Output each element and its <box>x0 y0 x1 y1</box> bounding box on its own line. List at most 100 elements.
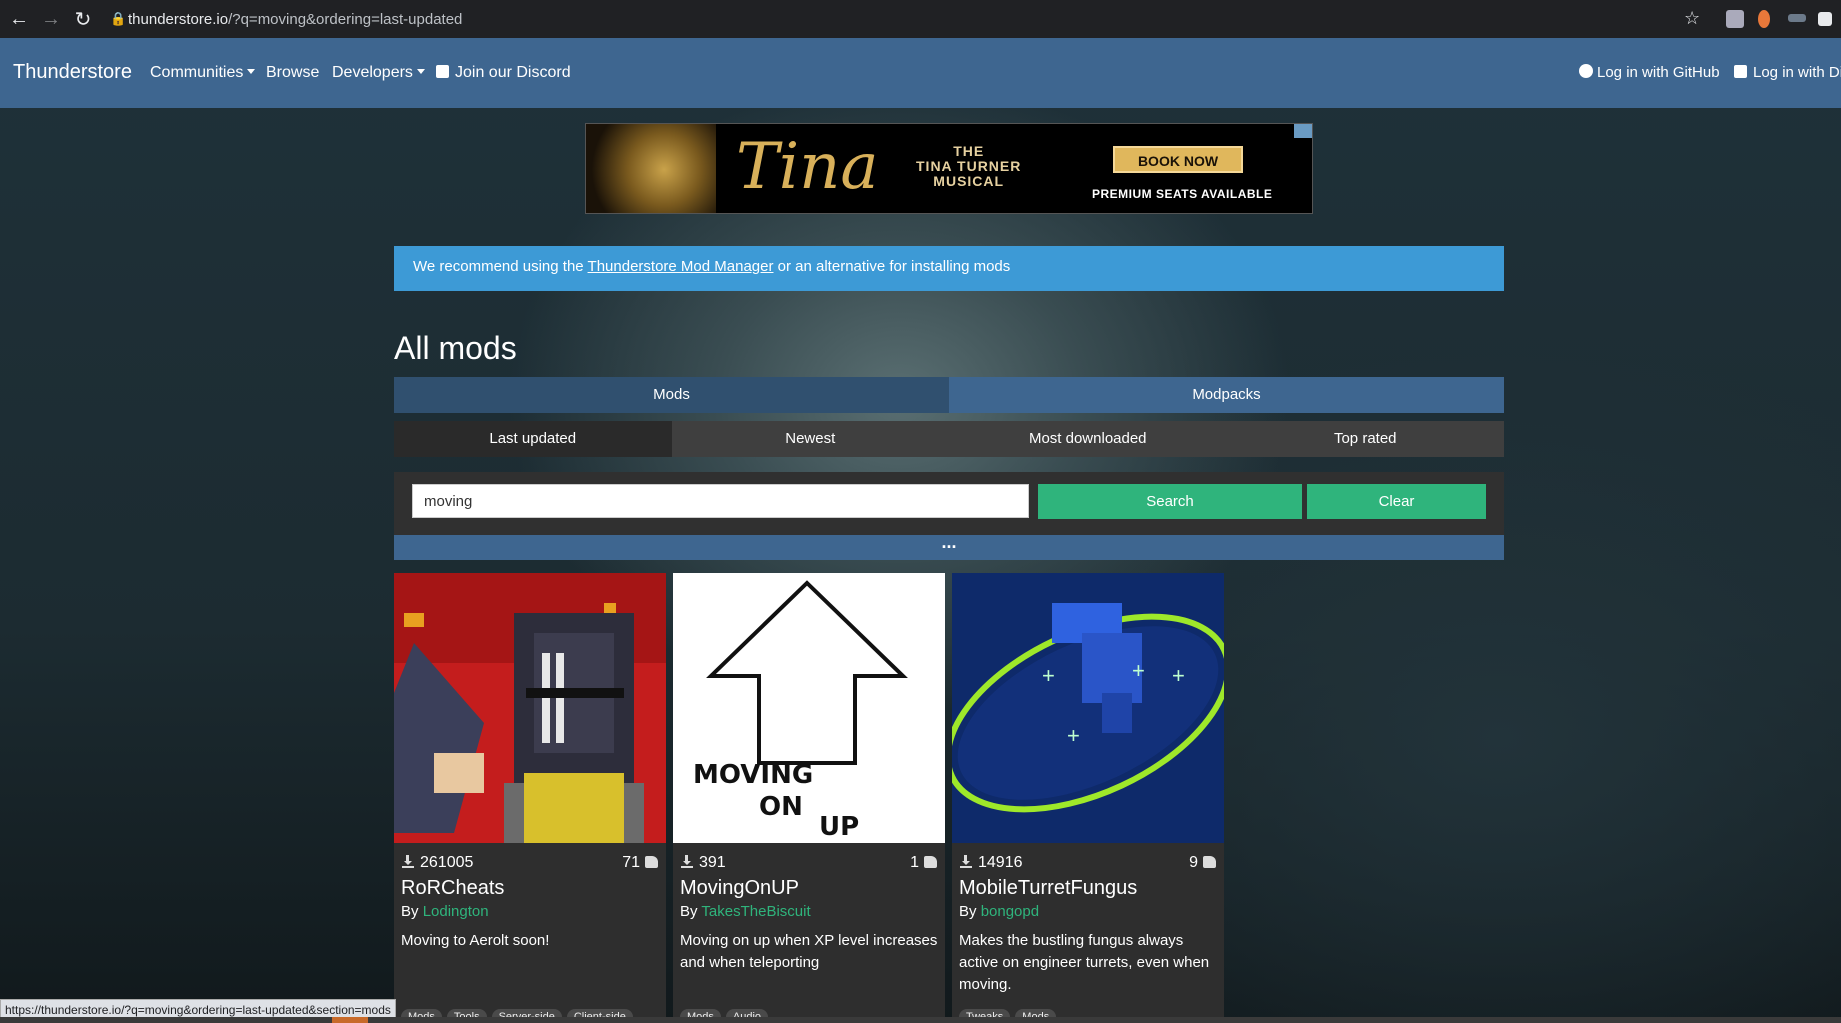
download-count-value: 261005 <box>420 854 474 871</box>
adchoices-icon[interactable] <box>1294 124 1312 138</box>
more-filters-toggle[interactable]: ... <box>394 533 1504 560</box>
mod-card[interactable]: 261005 71 RoRCheats By Lodington Moving … <box>394 573 666 1023</box>
author-prefix: By <box>680 903 702 920</box>
page: Thunderstore Communities Browse Develope… <box>0 38 1841 1023</box>
nav-developers[interactable]: Developers <box>332 64 425 82</box>
ad-subtitle-line: TINA TURNER <box>916 158 1022 174</box>
github-icon <box>1579 64 1593 78</box>
ad-book-now-button[interactable]: BOOK NOW <box>1113 146 1243 173</box>
ad-banner[interactable]: Tina THE TINA TURNER MUSICAL BOOK NOW PR… <box>585 123 1313 214</box>
rating-count: 9 <box>1189 854 1216 872</box>
tab-modpacks[interactable]: Modpacks <box>949 377 1504 413</box>
extension-icon[interactable] <box>1726 10 1744 28</box>
mod-description: Moving to Aerolt soon! <box>401 932 550 949</box>
download-count-value: 391 <box>699 854 726 871</box>
mod-author: By Lodington <box>401 903 489 920</box>
search-button[interactable]: Search <box>1038 484 1302 519</box>
lock-icon: 🔒 <box>110 11 127 26</box>
rating-value: 1 <box>910 854 919 871</box>
mod-author: By bongopd <box>959 903 1039 920</box>
tab-last-updated[interactable]: Last updated <box>394 421 672 457</box>
clear-button[interactable]: Clear <box>1307 484 1486 519</box>
url-host: thunderstore.io <box>128 10 229 28</box>
download-count-value: 14916 <box>978 854 1023 871</box>
ad-title: Tina <box>736 130 879 204</box>
alert-prefix: We recommend using the <box>413 258 588 275</box>
download-count: 261005 <box>402 854 473 872</box>
ad-subtitle-line: MUSICAL <box>933 173 1005 189</box>
forward-icon[interactable]: → <box>38 6 64 32</box>
extensions-puzzle-icon[interactable] <box>1818 12 1832 26</box>
browser-toolbar: ← → ↻ 🔒 thunderstore.io/?q=moving&orderi… <box>0 0 1841 38</box>
author-link[interactable]: bongopd <box>981 903 1039 920</box>
tab-most-downloaded[interactable]: Most downloaded <box>949 421 1227 457</box>
mod-name[interactable]: MovingOnUP <box>680 877 799 900</box>
thumb-text-line: MOVING <box>693 760 813 790</box>
tab-top-rated[interactable]: Top rated <box>1226 421 1504 457</box>
download-icon <box>960 855 972 868</box>
reload-icon[interactable]: ↻ <box>70 6 96 32</box>
mod-card[interactable]: MOVING ON UP 391 1 MovingOnUP By TakesTh… <box>673 573 945 1023</box>
login-discord-button[interactable]: Log in with Di <box>1734 64 1841 81</box>
mod-card[interactable]: + + + + 14916 9 MobileTurretFungus By bo… <box>952 573 1224 1023</box>
download-count: 14916 <box>960 854 1023 872</box>
status-bar-url: https://thunderstore.io/?q=moving&orderi… <box>0 999 396 1019</box>
search-panel: Search Clear <box>394 472 1504 535</box>
mod-thumbnail[interactable]: MOVING ON UP <box>673 573 945 843</box>
url-path: /?q=moving&ordering=last-updated <box>228 10 463 28</box>
mod-manager-link[interactable]: Thunderstore Mod Manager <box>588 258 774 275</box>
author-prefix: By <box>959 903 981 920</box>
nav-discord[interactable]: Join our Discord <box>436 64 571 82</box>
chevron-down-icon <box>247 69 256 74</box>
rating-value: 9 <box>1189 854 1198 871</box>
thumbs-up-icon <box>924 856 937 868</box>
nav-communities[interactable]: Communities <box>150 64 256 82</box>
download-count: 391 <box>681 854 726 872</box>
mod-name[interactable]: MobileTurretFungus <box>959 877 1137 900</box>
nav-communities-label: Communities <box>150 64 244 81</box>
author-link[interactable]: TakesTheBiscuit <box>701 903 810 920</box>
alert-suffix: or an alternative for installing mods <box>773 258 1011 275</box>
author-prefix: By <box>401 903 423 920</box>
login-github-button[interactable]: Log in with GitHub <box>1579 64 1720 81</box>
thumb-text-line: UP <box>819 812 859 842</box>
mod-thumbnail[interactable] <box>394 573 666 843</box>
mod-name[interactable]: RoRCheats <box>401 877 504 900</box>
ad-portrait-image <box>586 124 716 213</box>
tab-mods[interactable]: Mods <box>394 377 949 413</box>
mod-stats: 391 1 <box>681 854 937 872</box>
mod-author: By TakesTheBiscuit <box>680 903 811 920</box>
nav-browse[interactable]: Browse <box>266 64 319 82</box>
mod-stats: 261005 71 <box>402 854 658 872</box>
thumb-text-line: ON <box>759 792 803 822</box>
mod-manager-alert: We recommend using the Thunderstore Mod … <box>394 246 1504 291</box>
discord-icon <box>1734 65 1747 78</box>
svg-text:+: + <box>1067 723 1080 748</box>
address-bar[interactable]: 🔒 thunderstore.io/?q=moving&ordering=las… <box>110 4 1730 34</box>
rating-count: 71 <box>622 854 658 872</box>
svg-text:+: + <box>1042 663 1055 688</box>
extension-icon[interactable] <box>1788 14 1806 22</box>
chevron-down-icon <box>416 69 425 74</box>
search-input[interactable] <box>412 484 1029 518</box>
taskbar-active-item[interactable] <box>332 1017 368 1023</box>
brand-logo[interactable]: Thunderstore <box>13 61 132 84</box>
mod-description: Makes the bustling fungus always active … <box>959 932 1210 993</box>
sort-tabs: Last updated Newest Most downloaded Top … <box>394 421 1504 457</box>
section-tabs: Mods Modpacks <box>394 377 1504 413</box>
rating-value: 71 <box>622 854 640 871</box>
back-icon[interactable]: ← <box>6 6 32 32</box>
mod-stats: 14916 9 <box>960 854 1216 872</box>
discord-icon <box>436 65 449 78</box>
extension-icon[interactable] <box>1758 10 1770 28</box>
login-discord-label: Log in with Di <box>1753 64 1841 81</box>
mod-description: Moving on up when XP level increases and… <box>680 932 938 971</box>
mod-thumbnail[interactable]: + + + + <box>952 573 1224 843</box>
nav-developers-label: Developers <box>332 64 413 81</box>
bookmark-star-icon[interactable]: ☆ <box>1684 8 1700 29</box>
site-navbar: Thunderstore Communities Browse Develope… <box>0 38 1841 108</box>
tab-newest[interactable]: Newest <box>671 421 949 457</box>
login-github-label: Log in with GitHub <box>1597 64 1720 81</box>
author-link[interactable]: Lodington <box>423 903 489 920</box>
taskbar-strip <box>0 1017 1841 1023</box>
